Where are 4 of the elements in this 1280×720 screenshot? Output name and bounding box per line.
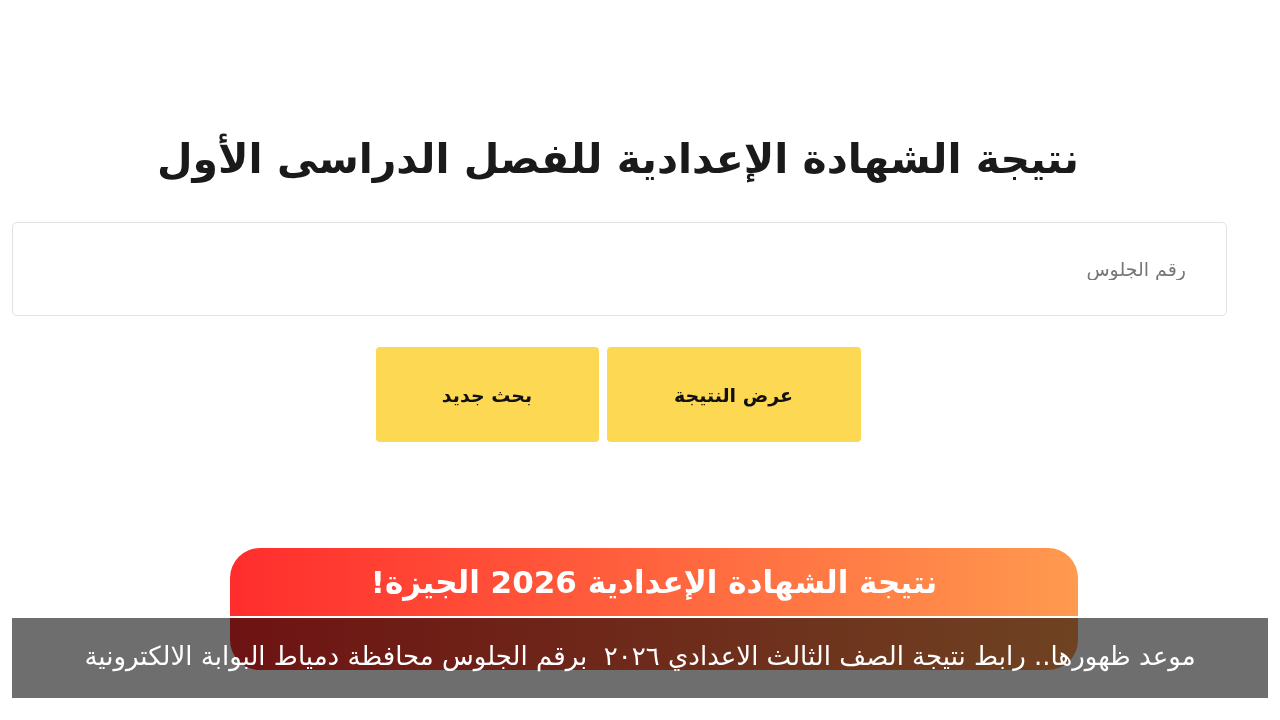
show-result-button[interactable]: عرض النتيجة	[606, 347, 861, 442]
new-search-button[interactable]: بحث جديد	[375, 347, 599, 442]
seat-number-input[interactable]: رقم الجلوس	[12, 222, 1227, 316]
page-heading: نتيجة الشهادة الإعدادية للفصل الدراسى الأول	[157, 132, 1079, 185]
